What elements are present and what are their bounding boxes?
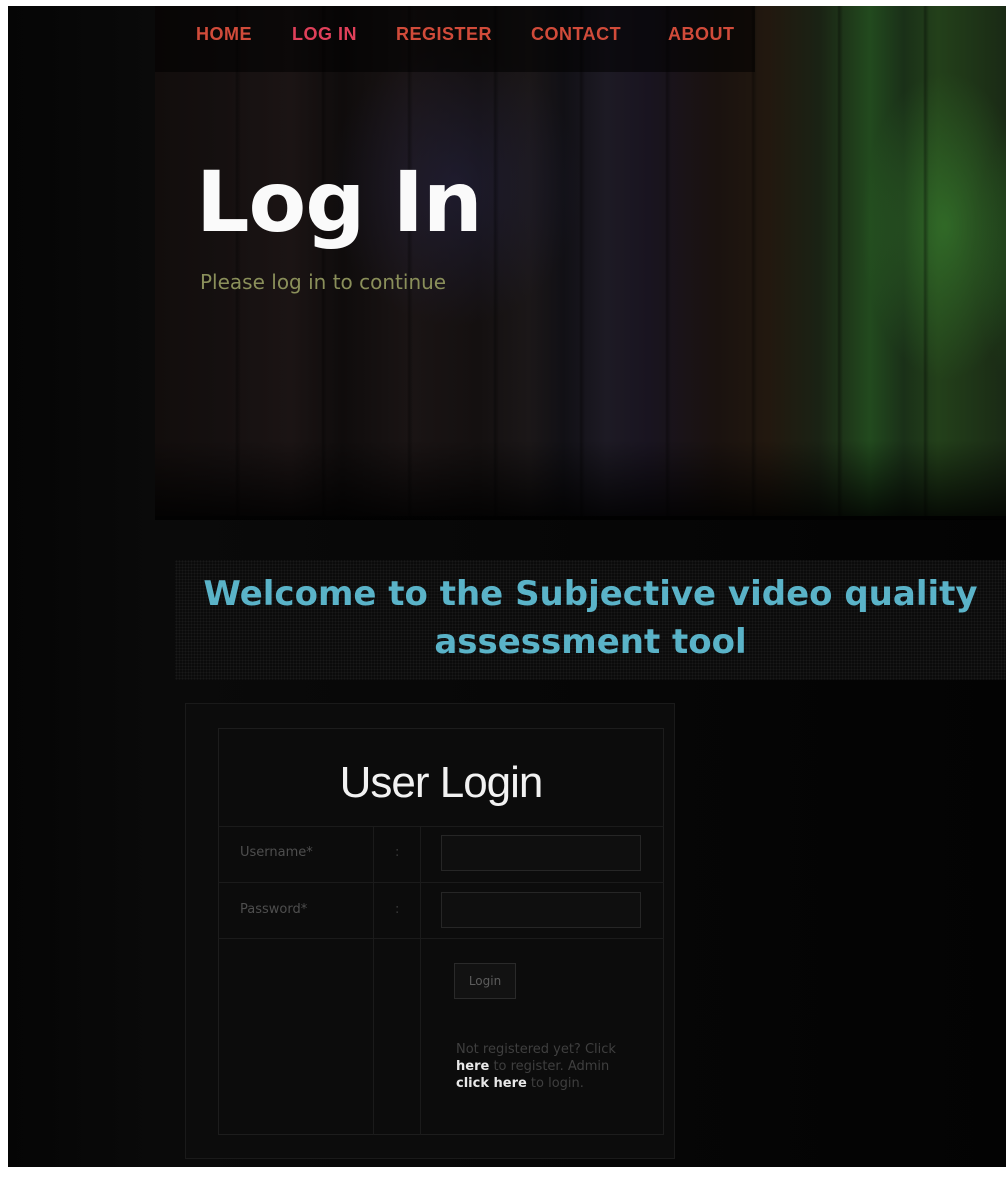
username-input[interactable] <box>441 835 641 871</box>
password-separator: : <box>395 902 400 917</box>
table-divider <box>218 826 664 827</box>
nav-login[interactable]: LOG IN <box>292 24 357 45</box>
table-divider <box>218 882 664 883</box>
password-label: Password* <box>240 902 308 917</box>
nav-register[interactable]: REGISTER <box>396 24 492 45</box>
welcome-heading: Welcome to the Subjective video quality … <box>175 570 1006 666</box>
table-divider <box>420 826 421 1135</box>
welcome-line-2: assessment tool <box>434 622 747 662</box>
username-label: Username* <box>240 845 313 860</box>
register-link[interactable]: here <box>456 1059 489 1074</box>
help-text-part: to register. Admin <box>489 1059 610 1074</box>
table-divider <box>218 938 664 939</box>
hero-fade <box>155 440 1006 520</box>
frame-edge <box>0 0 8 1185</box>
page-title: Log In <box>196 153 483 251</box>
nav-about[interactable]: ABOUT <box>668 24 735 45</box>
password-input[interactable] <box>441 892 641 928</box>
table-divider <box>373 826 374 1135</box>
nav-contact[interactable]: CONTACT <box>531 24 621 45</box>
frame-edge <box>0 0 1006 6</box>
username-separator: : <box>395 845 400 860</box>
help-text-part: to login. <box>526 1076 584 1091</box>
admin-login-link[interactable]: click here <box>456 1076 527 1091</box>
register-help-text: Not registered yet? Click here to regist… <box>456 1041 646 1092</box>
welcome-line-1: Welcome to the Subjective video quality <box>203 574 978 614</box>
frame-edge <box>0 1167 1006 1185</box>
page-subtitle: Please log in to continue <box>200 270 447 294</box>
nav-home[interactable]: HOME <box>196 24 252 45</box>
login-title: User Login <box>339 758 544 807</box>
help-text-part: Not registered yet? Click <box>456 1042 616 1057</box>
login-button[interactable]: Login <box>454 963 516 999</box>
